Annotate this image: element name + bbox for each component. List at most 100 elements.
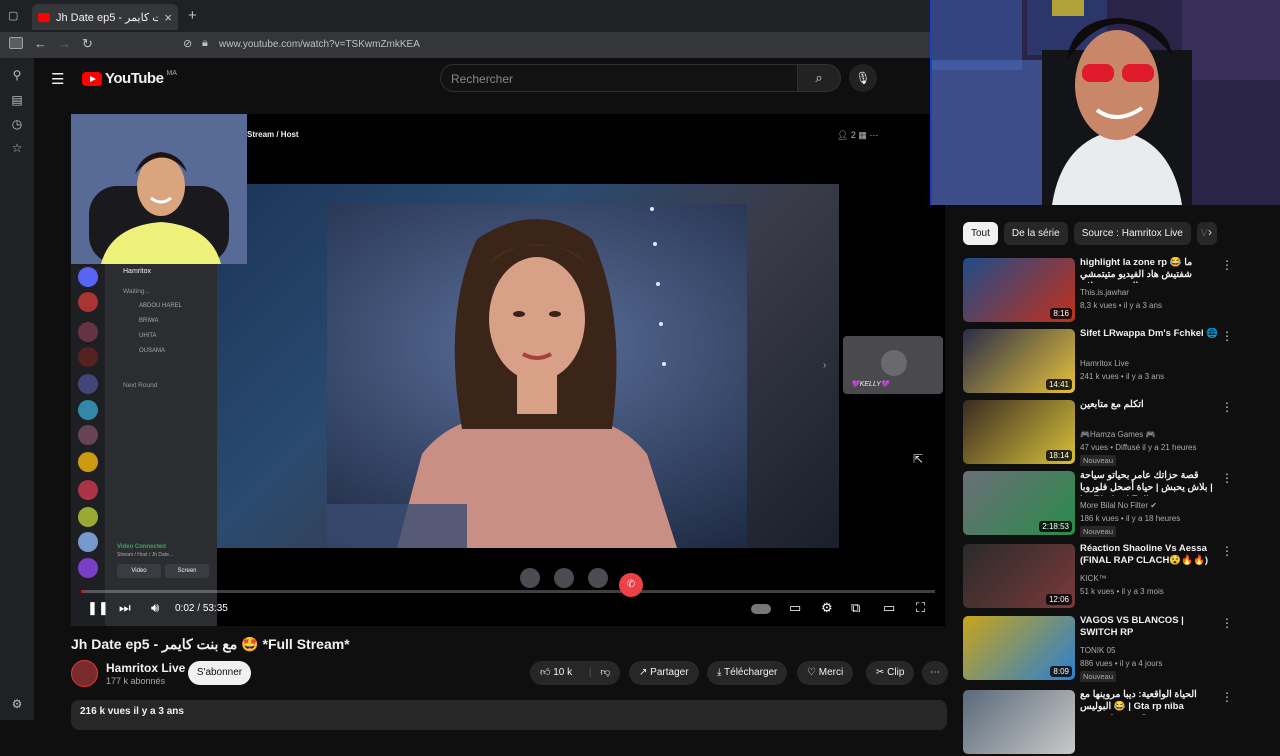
recommendation-item[interactable]: 8:16 highlight la zone rp 😂 ما شفتيش هاد … — [963, 257, 1263, 324]
recommendation-channel[interactable]: This.is.jawhar — [1080, 288, 1129, 297]
server-icon[interactable] — [78, 452, 98, 472]
description-box[interactable]: 216 k vues il y a 3 ans — [71, 700, 947, 730]
chip-all[interactable]: Tout — [963, 222, 998, 245]
hangup-icon[interactable]: ✆ — [619, 573, 643, 597]
favorites-icon[interactable]: ☆ — [10, 141, 24, 155]
channel-item[interactable]: Waiting... — [123, 288, 150, 295]
browser-tab[interactable]: Jh Date ep5 - مع بنت كايمر × — [32, 4, 178, 30]
url-field[interactable]: www.youtube.com/watch?v=TSKwmZmkKEA — [219, 39, 420, 50]
tab-actions-icon[interactable]: ▢ — [8, 9, 18, 22]
recommendation-channel[interactable]: 🎮Hamza Games 🎮 — [1080, 430, 1156, 439]
pause-icon[interactable]: ❚❚ — [87, 600, 109, 616]
side-participant-tile[interactable]: 💜KELLY💜 — [843, 336, 943, 394]
server-icon[interactable] — [78, 267, 98, 287]
recommendation-channel[interactable]: Hamritox Live — [1080, 359, 1129, 368]
chevron-right-icon[interactable]: › — [1208, 225, 1212, 239]
more-actions-button[interactable]: ⋯ — [922, 661, 948, 685]
more-options-icon[interactable]: ⋮ — [1221, 471, 1233, 485]
dislike-icon[interactable]: 👎︎ — [600, 667, 610, 678]
recommendation-item[interactable]: 18:14 اتكلم مع متابعين 🎮Hamza Games 🎮 47 vu… — [963, 399, 1263, 466]
more-options-icon[interactable]: ⋮ — [1221, 329, 1233, 343]
channel-name[interactable]: Hamritox Live — [106, 661, 185, 675]
subtitles-icon[interactable]: ▭ — [789, 600, 801, 616]
server-icon[interactable] — [78, 425, 98, 445]
video-thumbnail[interactable]: 2:18:53 — [963, 471, 1075, 535]
back-arrow-icon[interactable]: ← — [34, 36, 47, 51]
theater-mode-icon[interactable]: ▭ — [883, 600, 895, 616]
subscribe-button[interactable]: S'abonner — [188, 661, 251, 685]
chip-series[interactable]: De la série — [1003, 222, 1068, 245]
menu-hamburger-icon[interactable]: ☰ — [51, 70, 64, 88]
recommendation-title[interactable]: Réaction Shaoline Vs Aessa (FINAL RAP CL… — [1080, 543, 1220, 567]
recommendation-item[interactable]: الحياة الواقعية: ديبا مروينها مع البوليس… — [963, 689, 1263, 756]
progress-bar[interactable] — [81, 590, 935, 593]
discord-share-button[interactable] — [554, 568, 574, 588]
download-button[interactable]: ⤓ Télécharger — [707, 661, 788, 685]
site-info-icon[interactable]: ⊘ — [183, 37, 192, 50]
more-options-icon[interactable]: ⋮ — [1221, 400, 1233, 414]
channel-avatar[interactable] — [71, 660, 98, 687]
more-options-icon[interactable]: ⋮ — [1221, 616, 1233, 630]
youtube-logo[interactable]: YouTube MA — [82, 70, 177, 87]
server-icon[interactable] — [78, 480, 98, 500]
clip-button[interactable]: ✂ Clip — [866, 661, 915, 685]
settings-gear-icon[interactable]: ⚙ — [10, 697, 24, 711]
server-icon[interactable] — [78, 558, 98, 578]
recommendation-channel[interactable]: KICK™ — [1080, 574, 1107, 583]
next-arrow-icon[interactable]: › — [823, 360, 826, 371]
video-thumbnail[interactable]: 8:16 — [963, 258, 1075, 322]
video-thumbnail[interactable] — [963, 690, 1075, 754]
channel-item[interactable]: Next Round — [123, 382, 157, 389]
recommendation-title[interactable]: الحياة الواقعية: ديبا مروينها مع البوليس… — [1080, 689, 1220, 715]
recommendation-item[interactable]: 2:18:53 قصة حزاتك عامر بحياتو سياحة بلاش … — [963, 470, 1263, 537]
thanks-button[interactable]: ♡ Merci — [797, 661, 854, 685]
more-options-icon[interactable]: ⋮ — [1221, 690, 1233, 704]
recommendation-title[interactable]: Sifet LRwappa Dm's Fchkel 🌐 — [1080, 328, 1220, 340]
chip-partial[interactable]: V — [1196, 222, 1217, 245]
server-icon[interactable] — [78, 322, 98, 342]
search-button[interactable]: ⌕ — [797, 64, 841, 92]
screen-share-button[interactable]: Screen — [165, 564, 209, 578]
server-icon[interactable] — [78, 507, 98, 527]
server-icon[interactable] — [78, 347, 98, 367]
discord-mic-button[interactable] — [588, 568, 608, 588]
discord-camera-button[interactable] — [520, 568, 540, 588]
channel-member[interactable]: UHITA — [139, 333, 157, 339]
channel-member[interactable]: BRIWA — [139, 318, 158, 324]
server-icon[interactable] — [78, 374, 98, 394]
video-thumbnail[interactable]: 8:09 — [963, 616, 1075, 680]
channel-member[interactable]: OUSAMA — [139, 348, 165, 354]
voice-search-button[interactable]: 🎙︎ — [849, 64, 877, 92]
video-toggle-button[interactable]: Video — [117, 564, 161, 578]
extensions-icon[interactable]: ⚲ — [10, 68, 24, 82]
next-video-icon[interactable]: ⏭︎ — [119, 600, 131, 616]
server-icon[interactable] — [78, 400, 98, 420]
server-icon[interactable] — [78, 292, 98, 312]
recommendation-channel[interactable]: More Bilal No Filter ✔ — [1080, 501, 1157, 510]
recommendation-title[interactable]: VAGOS VS BLANCOS | SWITCH RP — [1080, 615, 1220, 639]
share-button[interactable]: ↗ Partager — [629, 661, 699, 685]
forward-arrow-icon[interactable]: → — [58, 36, 71, 51]
popout-icon[interactable]: ⇱ — [913, 452, 923, 466]
fullscreen-icon[interactable]: ⛶ — [916, 600, 925, 616]
like-button[interactable]: 👍︎ 10 k — [540, 667, 572, 678]
recommendation-item[interactable]: 12:06 Réaction Shaoline Vs Aessa (FINAL R… — [963, 543, 1263, 610]
video-thumbnail[interactable]: 18:14 — [963, 400, 1075, 464]
recommendation-title[interactable]: highlight la zone rp 😂 ما شفتيش هاد الفي… — [1080, 257, 1220, 283]
sidebar-toggle-icon[interactable] — [9, 37, 23, 49]
video-thumbnail[interactable]: 14:41 — [963, 329, 1075, 393]
reload-icon[interactable]: ↻ — [82, 36, 93, 52]
more-options-icon[interactable]: ⋮ — [1221, 544, 1233, 558]
server-icon[interactable] — [78, 532, 98, 552]
reading-list-icon[interactable]: ▤ — [10, 93, 24, 107]
participants-icon[interactable]: 👤︎ 2 ▦ ⋯ — [837, 130, 878, 141]
settings-gear-icon[interactable]: ⚙ — [821, 600, 833, 616]
recommendation-title[interactable]: اتكلم مع متابعين — [1080, 399, 1220, 411]
more-options-icon[interactable]: ⋮ — [1221, 258, 1233, 272]
autoplay-toggle[interactable] — [751, 604, 771, 614]
chip-source[interactable]: Source : Hamritox Live — [1073, 222, 1191, 245]
video-player[interactable]: Stream / Host 👤︎ 2 ▦ ⋯ 💜KELLY💜 › ⇱ Hamri… — [71, 114, 945, 626]
channel-member[interactable]: ABDOU HAREL — [139, 303, 182, 309]
miniplayer-icon[interactable]: ⧉ — [851, 600, 860, 616]
video-thumbnail[interactable]: 12:06 — [963, 544, 1075, 608]
